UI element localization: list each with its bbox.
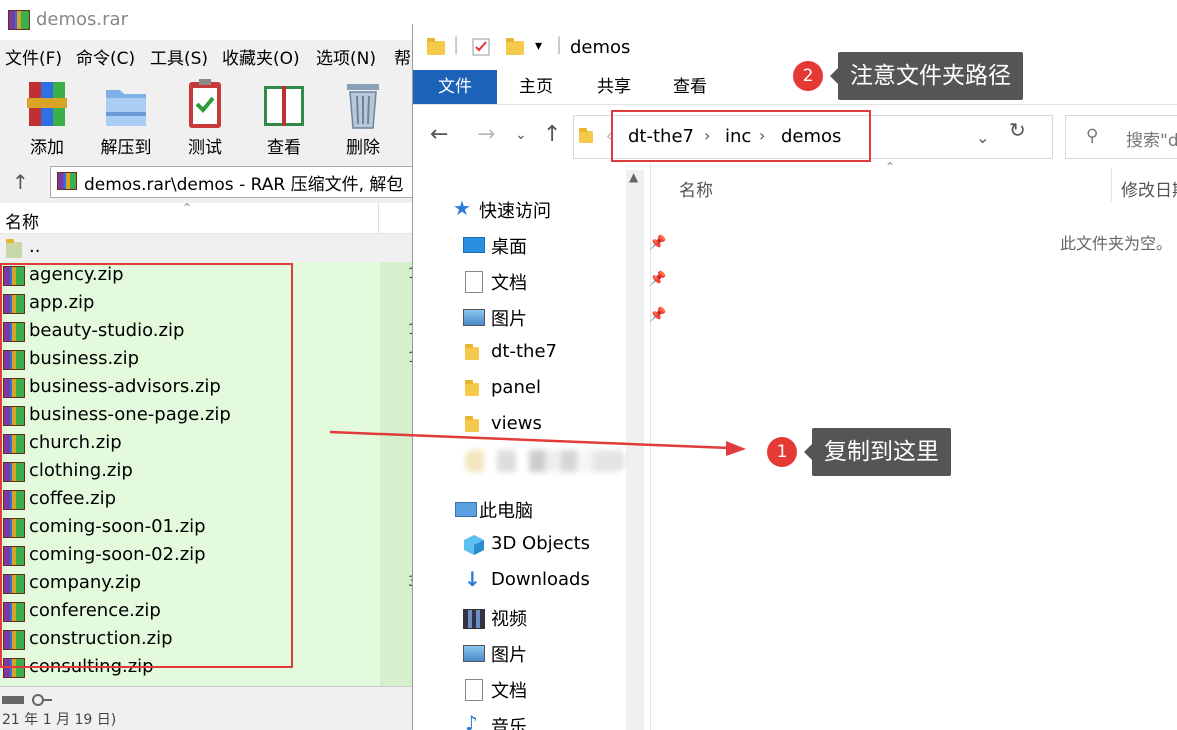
callout-folder-path: 注意文件夹路径 [830, 52, 1023, 100]
pointer-arrow-line [329, 430, 731, 450]
callout-copy-here: 复制到这里 [804, 428, 951, 476]
step-badge-1: 1 [767, 437, 797, 467]
step-badge-2: 2 [793, 61, 823, 91]
arrow-overlay [329, 430, 746, 456]
pointer-arrow-head [726, 441, 746, 456]
